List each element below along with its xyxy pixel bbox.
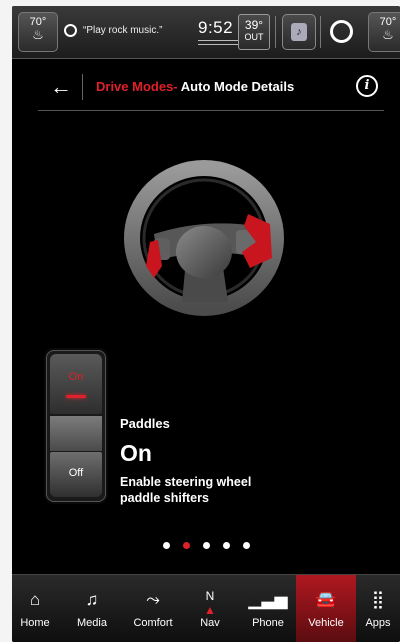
nav-home[interactable]: ⌂ Home [12,575,58,642]
passenger-climate-button[interactable]: 70° ♨ [368,12,400,52]
toggle-on-label: On [68,371,84,383]
apps-grid-icon: ⣿ [371,590,385,609]
feature-state: On [120,440,152,466]
infotainment-screen: 70° ♨ “Play rock music.” 9:52 39° OUT ♪ … [12,6,400,642]
outside-temp-label: OUT [244,32,264,42]
music-note-icon: ♫ [85,590,99,609]
phone-icon: ♪ [291,23,307,41]
nav-apps[interactable]: ⣿ Apps [356,575,400,642]
paddles-toggle-switch[interactable]: On Off [46,350,106,502]
page-header: ← Drive Modes- Auto Mode Details i [12,58,400,118]
compass-icon: N ▲ [204,589,216,617]
assistant-button[interactable] [326,16,356,46]
pagination-dot[interactable] [182,542,190,549]
signal-phone-icon: ▁▃▅ [248,590,288,609]
nav-media[interactable]: ♫ Media [58,575,126,642]
phone-projection-button[interactable]: ♪ [282,14,316,50]
nav-nav[interactable]: N ▲ Nav [180,575,240,642]
toggle-on-indicator [66,395,86,398]
outside-temp: 39° OUT [238,14,270,50]
heated-seat-icon: ♨ [382,27,394,42]
pagination-dot[interactable] [222,542,230,549]
pagination-dot[interactable] [242,542,250,549]
nav-label: Home [20,617,50,629]
driver-climate-button[interactable]: 70° ♨ [18,12,58,52]
header-rule [38,110,384,111]
clock: 9:52 [198,18,234,37]
toggle-on-segment[interactable]: On [50,354,102,414]
outside-temp-value: 39° [244,18,264,32]
feature-description: Enable steering wheel paddle shifters [120,475,252,505]
seat-comfort-icon: ⤳ [146,590,160,609]
title-section: Drive Modes- [96,79,178,94]
car-icon: 🚘 [315,590,337,609]
toggle-off-label: Off [68,467,84,479]
voice-command-display: “Play rock music.” [64,24,162,37]
voice-ring-icon [64,24,77,37]
nav-vehicle[interactable]: 🚘 Vehicle [296,575,356,642]
heated-seat-icon: ♨ [32,27,44,42]
nav-comfort[interactable]: ⤳ Comfort [126,575,180,642]
home-icon: ⌂ [29,590,41,609]
nav-label: Phone [252,617,284,629]
status-bar: 70° ♨ “Play rock music.” 9:52 39° OUT ♪ … [12,6,400,59]
nav-label: Vehicle [308,617,344,629]
steering-wheel-illustration [124,160,284,316]
pagination-dots[interactable] [12,542,400,549]
header-divider [82,74,83,100]
nav-phone[interactable]: ▁▃▅ Phone [240,575,296,642]
assistant-ring-icon [329,19,353,43]
toggle-off-segment[interactable]: Off [50,452,102,497]
back-arrow-icon[interactable]: ← [50,74,72,100]
title-page: Auto Mode Details [180,79,295,94]
nav-label: Apps [365,617,391,629]
toggle-rocker [50,416,102,451]
nav-label: Comfort [133,617,173,629]
info-icon[interactable]: i [356,75,378,97]
page-title: Drive Modes- Auto Mode Details [96,79,294,94]
pagination-dot[interactable] [162,542,170,549]
divider [320,16,321,48]
bottom-nav: ⌂ Home ♫ Media ⤳ Comfort N ▲ Nav ▁▃▅ Phon… [12,574,400,642]
divider [275,16,276,48]
feature-name: Paddles [120,416,170,431]
nav-label: Nav [200,617,220,629]
clock-underline [198,40,238,48]
nav-label: Media [77,617,107,629]
voice-command-text: “Play rock music.” [83,25,163,36]
pagination-dot[interactable] [202,542,210,549]
